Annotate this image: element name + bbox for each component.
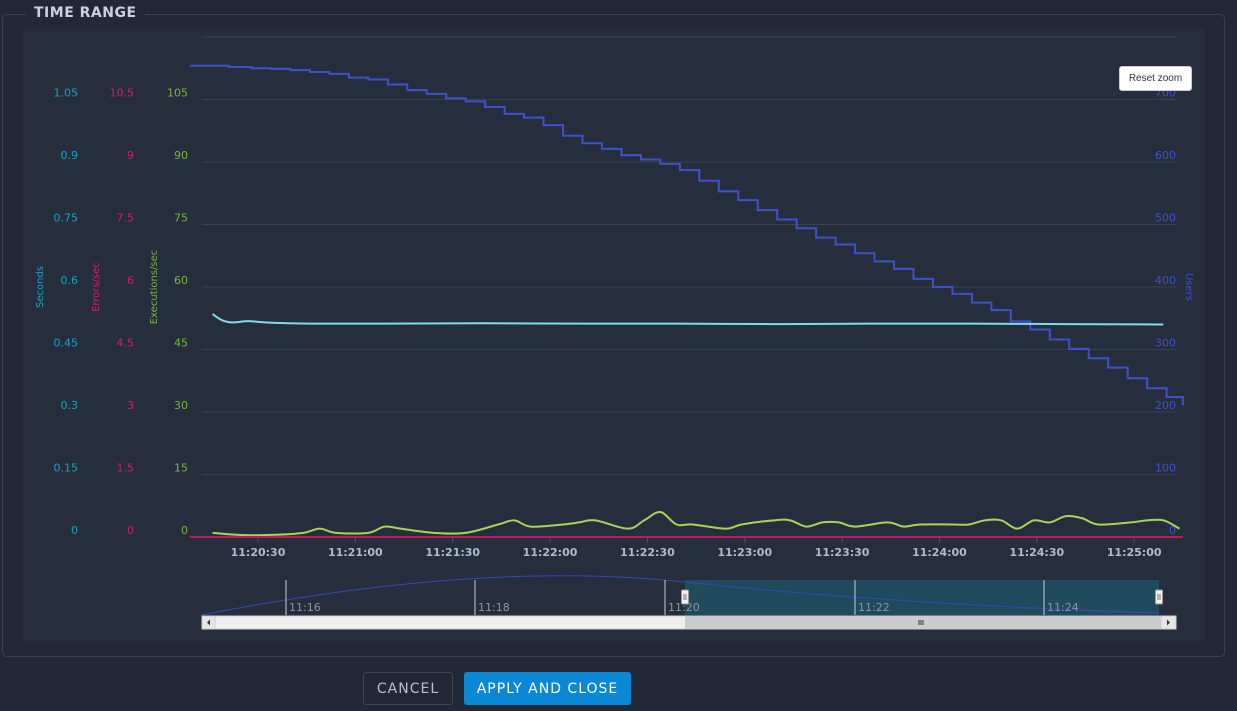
y-tick-label: 0.6 [61,274,79,287]
y-tick-label: 1.05 [54,87,79,100]
y-tick-label: 0.45 [54,337,79,350]
y-tick-label: 100 [1155,462,1176,475]
cancel-button[interactable]: CANCEL [363,672,453,705]
y-tick-label: 0 [71,524,78,537]
y-axis-title: Seconds [35,266,46,308]
x-tick-label: 11:21:30 [425,546,480,559]
y-tick-label: 75 [174,212,188,225]
y-tick-label: 500 [1155,212,1176,225]
navigator-tick-label: 11:24 [1047,601,1079,614]
y-tick-label: 3 [127,399,134,412]
y-tick-label: 1.5 [117,462,135,475]
y-tick-label: 7.5 [117,212,135,225]
y-tick-label: 30 [174,399,188,412]
y-tick-label: 0 [181,524,188,537]
y-tick-label: 6 [127,274,134,287]
time-range-chart[interactable]: 0 0.15 0.3 0.45 0.6 0.75 0.9 1.05 Seconds 0 1.5 3 4.… [0,0,1237,711]
y-axis-title: Errors/sec [91,262,102,312]
navigator-selection[interactable] [685,580,1159,615]
x-tick-label: 11:22:00 [523,546,578,559]
y-tick-label: 0 [127,524,134,537]
apply-and-close-button[interactable]: APPLY AND CLOSE [464,672,631,705]
x-tick-label: 11:22:30 [620,546,675,559]
y-tick-label: 200 [1155,399,1176,412]
y-axis-title: Executions/sec [149,250,160,325]
x-tick-label: 11:24:00 [912,546,967,559]
y-tick-label: 4.5 [117,337,135,350]
x-tick-label: 11:23:00 [717,546,772,559]
y-tick-label: 300 [1155,337,1176,350]
y-tick-label: 600 [1155,149,1176,162]
y-tick-label: 90 [174,149,188,162]
y-tick-label: 400 [1155,274,1176,287]
x-tick-label: 11:25:00 [1107,546,1162,559]
series-users-line [189,64,1184,406]
y-tick-label: 0.3 [61,399,79,412]
y-tick-label: 0.15 [54,462,79,475]
y-tick-label: 15 [174,462,188,475]
y-tick-label: 60 [174,274,188,287]
y-tick-label: 10.5 [110,87,135,100]
navigator-right-handle[interactable] [1155,589,1163,605]
y-axis-title: Users [1183,273,1194,301]
reset-zoom-button[interactable]: Reset zoom [1119,66,1192,91]
x-tick-label: 11:20:30 [231,546,286,559]
y-tick-label: 9 [127,149,134,162]
navigator-tick-label: 11:16 [289,601,321,614]
navigator-tick-label: 11:22 [858,601,890,614]
x-tick-label: 11:24:30 [1009,546,1064,559]
navigator-tick-label: 11:18 [478,601,510,614]
y-tick-label: 105 [167,87,188,100]
x-tick-label: 11:23:30 [815,546,870,559]
navigator-left-handle[interactable] [681,589,689,605]
y-tick-label: 0.9 [61,149,79,162]
y-tick-label: 0.75 [54,212,79,225]
series-seconds-line [212,313,1164,326]
y-tick-label: 45 [174,337,188,350]
series-executions-sec-line [212,510,1181,537]
x-tick-label: 11:21:00 [328,546,383,559]
